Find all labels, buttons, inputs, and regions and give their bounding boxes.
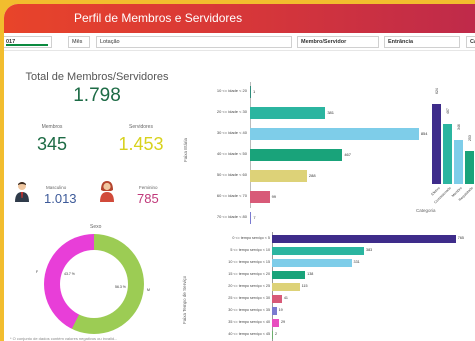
- bar-category-label: 70 <= idade < 80: [216, 214, 247, 219]
- cargo-filter-label: Ca: [470, 39, 475, 45]
- donut-pct-f: 43.7 %: [64, 272, 75, 276]
- age-chart-axis-line: [250, 82, 251, 208]
- bar[interactable]: [250, 128, 419, 140]
- bar[interactable]: [272, 271, 306, 279]
- bar-value-label: 29: [280, 320, 286, 324]
- bar-value-label: 383: [366, 248, 373, 252]
- donut-label-m: M: [147, 288, 150, 292]
- bar-value-label: 1: [253, 89, 256, 94]
- mes-filter-label: Mês: [72, 39, 83, 45]
- sexo-donut-chart[interactable]: [44, 234, 144, 334]
- column-value-label: 467: [446, 108, 450, 114]
- bar-category-label: 50 <= idade < 60: [216, 172, 247, 177]
- bar-category-label: 10 <= idade < 20: [216, 88, 247, 93]
- year-filter[interactable]: 017: [4, 36, 52, 48]
- total-kpi-value: 1.798: [73, 85, 121, 106]
- footnote: * O conjunto de dados contém valores neg…: [10, 336, 118, 341]
- bar-value-label: 288: [308, 173, 316, 178]
- donut-pct-m: 56.3 %: [115, 285, 126, 289]
- bar-category-label: 60 <= idade < 70: [216, 193, 247, 198]
- bar-category-label: 25 <= tempo serviço < 30: [228, 296, 270, 300]
- feminino-value: 785: [137, 191, 159, 206]
- year-filter-selection-indicator: [6, 44, 48, 46]
- bar-value-label: 765: [457, 236, 464, 240]
- donut-hole: [60, 250, 128, 318]
- feminino-label: Feminino: [139, 185, 158, 190]
- bar[interactable]: [272, 235, 456, 243]
- bar[interactable]: [272, 295, 282, 303]
- bar-category-label: 40 <= idade < 50: [216, 151, 247, 156]
- bar[interactable]: [250, 107, 326, 119]
- lotacao-filter[interactable]: Lotação: [96, 36, 292, 48]
- column-bar[interactable]: [454, 139, 463, 184]
- bar-category-label: 0 <= tempo serviço < 5: [232, 236, 270, 240]
- entrancia-filter[interactable]: Entrância: [384, 36, 460, 48]
- servidores-kpi-value: 1.453: [118, 134, 164, 154]
- column-bar[interactable]: [432, 103, 441, 184]
- entrancia-filter-label: Entrância: [388, 39, 414, 45]
- total-kpi-title: Total de Membros/Servidores: [25, 71, 169, 83]
- category-axis-title: Categoria: [416, 208, 436, 213]
- bar-value-label: 41: [283, 296, 288, 300]
- bar-category-label: 20 <= idade < 30: [216, 109, 247, 114]
- bar[interactable]: [250, 212, 252, 224]
- bar[interactable]: [272, 319, 279, 327]
- bar-category-label: 35 <= tempo serviço < 40: [228, 320, 270, 324]
- column-bar[interactable]: [443, 123, 452, 184]
- bar-value-label: 467: [344, 152, 351, 157]
- bar-value-label: 115: [301, 284, 308, 288]
- cargo-filter[interactable]: Ca: [466, 36, 475, 48]
- bar[interactable]: [250, 149, 343, 161]
- bar-category-label: 40 <= tempo serviço < 45: [228, 332, 270, 336]
- bar-value-label: 854: [420, 131, 428, 136]
- age-axis-title: Faixa Etária: [183, 137, 188, 162]
- bar-value-label: 381: [327, 110, 334, 115]
- bar-category-label: 30 <= idade < 40: [216, 130, 247, 135]
- bar[interactable]: [272, 331, 273, 339]
- female-person-icon: [100, 181, 114, 202]
- bar-category-label: 20 <= tempo serviço < 25: [228, 284, 270, 288]
- donut-label-f: F: [36, 270, 39, 274]
- bar-value-label: 331: [353, 260, 360, 264]
- bar-value-label: 19: [278, 308, 283, 312]
- male-person-icon: [15, 182, 29, 202]
- bar[interactable]: [272, 283, 300, 291]
- dashboard-frame: Perfil de Membros e Servidores 017 Mês L…: [4, 4, 475, 341]
- column-value-label: 346: [457, 123, 461, 130]
- column-value-label: 624: [435, 87, 439, 94]
- masculino-value: 1.013: [44, 191, 77, 206]
- membro-servidor-filter[interactable]: Membro/Servidor: [297, 36, 379, 48]
- bar[interactable]: [272, 247, 365, 255]
- column-bar[interactable]: [465, 151, 474, 184]
- header-bar: Perfil de Membros e Servidores: [4, 4, 475, 33]
- bar[interactable]: [250, 170, 307, 182]
- column-value-label: 253: [468, 135, 472, 142]
- bar-value-label: 7: [253, 215, 256, 220]
- mes-filter[interactable]: Mês: [68, 36, 90, 48]
- main-content: Total de Membros/Servidores 1.798 Membro…: [4, 52, 475, 341]
- bar-category-label: 10 <= tempo serviço < 15: [228, 260, 270, 264]
- page-title: Perfil de Membros e Servidores: [74, 11, 243, 25]
- bar-category-label: 5 <= tempo serviço < 10: [230, 248, 270, 252]
- bar-value-label: 138: [307, 272, 314, 276]
- servidores-kpi-label: Servidores: [129, 124, 153, 130]
- membro-servidor-filter-label: Membro/Servidor: [301, 39, 347, 45]
- bar-value-label: 99: [271, 194, 277, 199]
- membros-kpi-label: Membros: [41, 124, 63, 130]
- sexo-chart-title: Sexo: [90, 224, 102, 230]
- bar-category-label: 15 <= tempo serviço < 20: [228, 272, 270, 276]
- bar-value-label: 2: [275, 332, 278, 336]
- bar[interactable]: [250, 191, 270, 203]
- bar[interactable]: [272, 307, 277, 315]
- lotacao-filter-label: Lotação: [100, 39, 120, 45]
- bar[interactable]: [250, 86, 251, 98]
- service-axis-title: Faixa Tempo de Serviço: [182, 275, 187, 324]
- filter-bar: 017 Mês Lotação Membro/Servidor Entrânci…: [4, 33, 475, 51]
- bar[interactable]: [272, 259, 352, 267]
- membros-kpi-value: 345: [36, 134, 68, 154]
- masculino-label: Masculino: [46, 185, 67, 190]
- bar-category-label: 30 <= tempo serviço < 35: [228, 308, 270, 312]
